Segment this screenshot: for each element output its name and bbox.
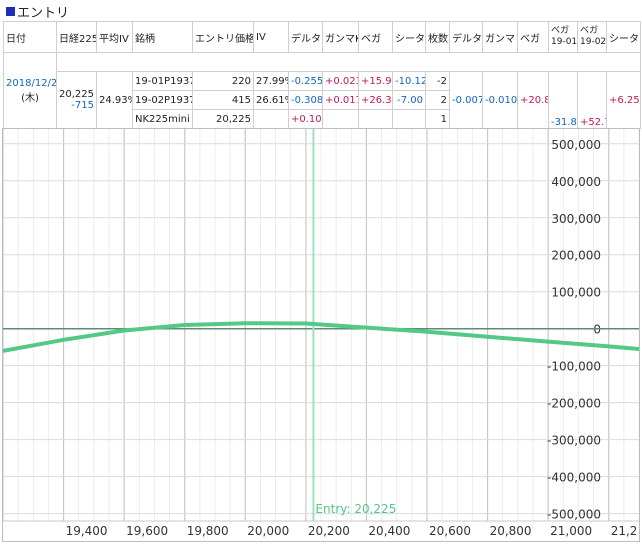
x-tick-label: 20,800 (490, 524, 532, 538)
gamma-value (322, 109, 359, 129)
col-gamma-k: ガンマK (322, 21, 359, 53)
y-tick-label: 200,000 (551, 249, 601, 263)
qty-value: 2 (425, 90, 450, 110)
payoff-chart[interactable]: 500,000 400,000 300,000 200,000 100,000 0 -100… (1, 128, 641, 542)
theta-value: -10.12 (392, 71, 426, 91)
qty-value: 1 (425, 109, 450, 129)
entry-table: 日付 日経225 平均IV 銘柄 エントリ価格 IV デルタ ガンマK ベガ シ… (3, 21, 641, 129)
theta-value: -7.00 (392, 90, 426, 110)
col-name: 銘柄 (132, 21, 193, 53)
total-theta: +6.25 (606, 71, 641, 129)
qty-value: -2 (425, 71, 450, 91)
x-tick-label: 19,600 (126, 524, 168, 538)
iv-value: 26.61% (253, 90, 289, 110)
y-tick-label: 400,000 (551, 175, 601, 189)
table-row: 20,225 -715 24.93% 19-01P19375 220 27.99… (4, 71, 641, 129)
y-tick-label: -300,000 (547, 434, 601, 448)
col-vega-1901-month: 19-01 (551, 37, 578, 47)
y-tick-label: -100,000 (547, 360, 601, 374)
iv-value: 27.99% (253, 71, 289, 91)
vega-value: +26.37 (358, 90, 393, 110)
y-tick-label: -400,000 (547, 471, 601, 485)
col-vega-1901-label: ベガ (551, 26, 570, 36)
y-tick-label: -500,000 (547, 508, 601, 522)
col-theta: シータ (392, 21, 426, 53)
total-vega-1902: +52.74 (577, 71, 607, 129)
col-vega-1901: ベガ 19-01 (548, 21, 578, 53)
y-tick-label: 0 (593, 323, 601, 337)
table-header-row: 日付 日経225 平均IV 銘柄 エントリ価格 IV デルタ ガンマK ベガ シ… (3, 21, 641, 53)
delta-value: -0.255 (288, 71, 323, 91)
vega-value (358, 109, 393, 129)
vega-value: +15.93 (358, 71, 393, 91)
total-vega-1901: -31.86 (548, 71, 578, 129)
col-entry-price: エントリ価格 (192, 21, 254, 53)
col-avg-iv: 平均IV (96, 21, 133, 53)
section-header: エントリ (2, 2, 70, 21)
col-total-vega: ベガ (517, 21, 549, 53)
x-tick-label: 20,000 (247, 524, 289, 538)
y-tick-label: -200,000 (547, 397, 601, 411)
entry-label: Entry: 20,225 (315, 502, 396, 516)
x-tick-label: 20,400 (368, 524, 410, 538)
col-vega-1902: ベガ 19-02 (577, 21, 607, 53)
entry-price: 415 (192, 90, 254, 110)
col-delta: デルタ (288, 21, 323, 53)
x-tick-label: 20,200 (308, 524, 350, 538)
x-tick-label: 21,000 (550, 524, 592, 538)
col-iv: IV (253, 21, 289, 53)
nikkei-value: 20,225 (59, 89, 94, 100)
col-qty: 枚数 (425, 21, 450, 53)
y-tick-label: 500,000 (551, 138, 601, 152)
option-name: NK225mini (132, 109, 193, 129)
option-name: 19-02P19375 (132, 90, 193, 110)
delta-value: -0.308 (288, 90, 323, 110)
total-gamma: -0.0109 (482, 71, 518, 129)
x-tick-label: 19,400 (66, 524, 108, 538)
nikkei-change: -715 (71, 100, 94, 111)
col-nikkei: 日経225 (56, 21, 97, 53)
gamma-value: +0.0231 (322, 71, 359, 91)
payoff-chart-svg: 500,000 400,000 300,000 200,000 100,000 0 -100… (1, 129, 641, 541)
y-tick-label: 300,000 (551, 212, 601, 226)
total-delta: -0.007 (449, 71, 483, 129)
spacer-row: 2018/12/20 (木) (3, 52, 641, 129)
nikkei-cell: 20,225 -715 (56, 71, 97, 129)
col-total-gamma: ガンマ (482, 21, 518, 53)
delta-value: +0.100 (288, 109, 323, 129)
x-tick-label: 20,600 (429, 524, 471, 538)
entry-date[interactable]: 2018/12/20 (6, 78, 56, 89)
entry-price: 220 (192, 71, 254, 91)
x-tick-label: 21,2 (611, 524, 638, 538)
x-tick-label: 19,800 (187, 524, 229, 538)
square-icon (6, 6, 15, 16)
total-vega: +20.88 (517, 71, 549, 129)
col-vega-1902-month: 19-02 (580, 37, 607, 47)
col-date: 日付 (3, 21, 57, 53)
section-title: エントリ (17, 5, 70, 21)
col-total-theta: シータ (606, 21, 641, 53)
col-vega-1902-label: ベガ (580, 26, 599, 36)
entry-weekday: (木) (21, 92, 39, 104)
option-name: 19-01P19375 (132, 71, 193, 91)
iv-value (253, 109, 289, 129)
gamma-value: +0.0176 (322, 90, 359, 110)
entry-price: 20,225 (192, 109, 254, 129)
col-total-delta: デルタ (449, 21, 483, 53)
date-cell: 2018/12/20 (木) (3, 52, 57, 129)
y-tick-label: 100,000 (551, 286, 601, 300)
col-vega: ベガ (358, 21, 393, 53)
avg-iv-value: 24.93% (96, 71, 133, 129)
theta-value (392, 109, 426, 129)
